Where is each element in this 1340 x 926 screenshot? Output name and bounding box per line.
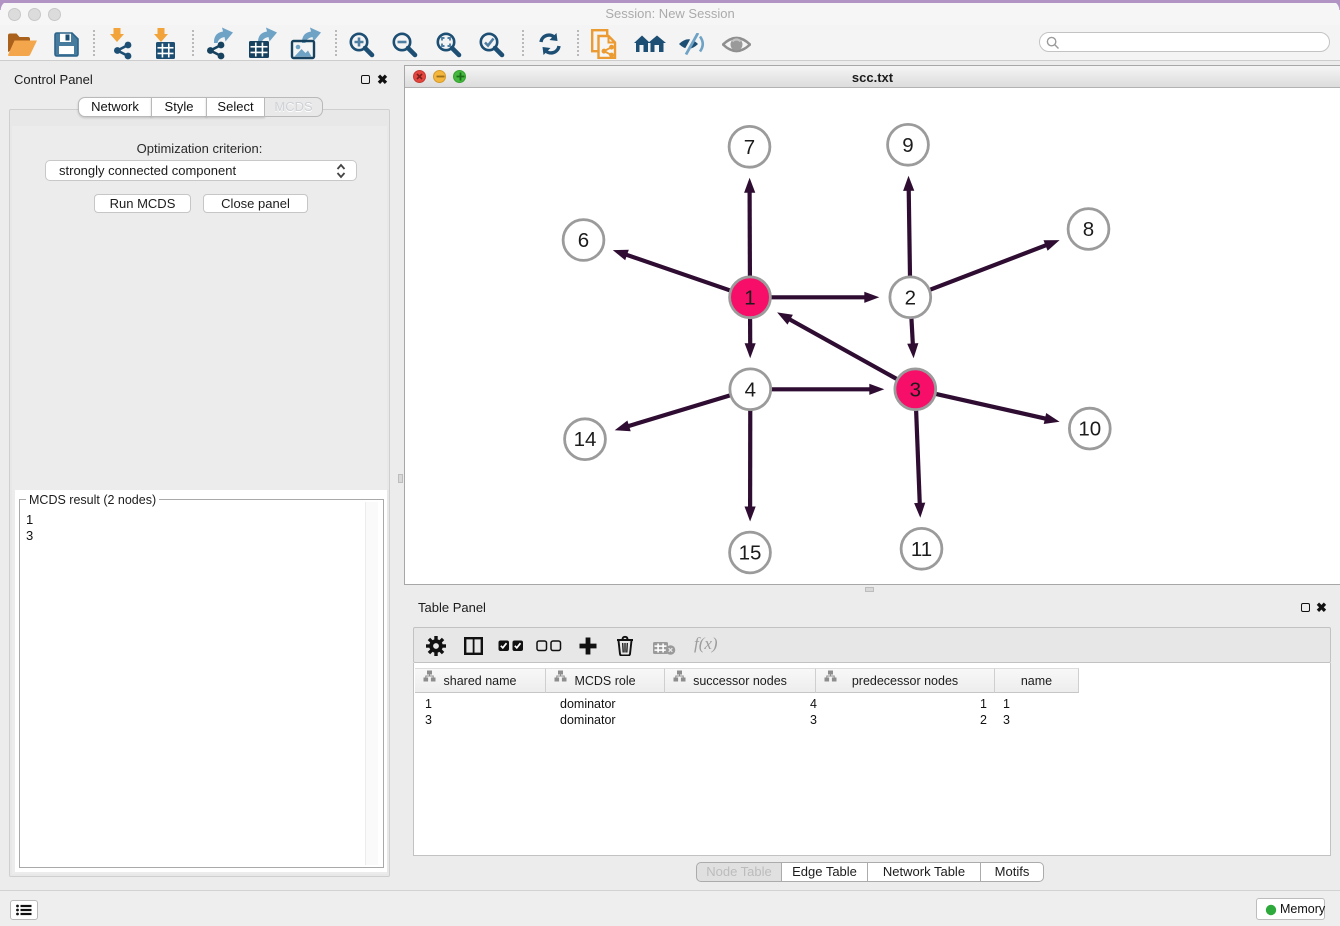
- svg-text:7: 7: [744, 136, 755, 159]
- svg-text:1: 1: [744, 286, 755, 309]
- svg-text:9: 9: [902, 134, 913, 157]
- svg-text:14: 14: [574, 428, 597, 451]
- svg-text:2: 2: [905, 286, 916, 309]
- svg-text:6: 6: [578, 229, 589, 252]
- svg-text:15: 15: [739, 542, 762, 565]
- svg-text:11: 11: [911, 538, 932, 561]
- svg-text:10: 10: [1078, 418, 1101, 441]
- svg-text:4: 4: [745, 378, 756, 401]
- svg-text:8: 8: [1083, 218, 1094, 241]
- svg-text:3: 3: [910, 378, 921, 401]
